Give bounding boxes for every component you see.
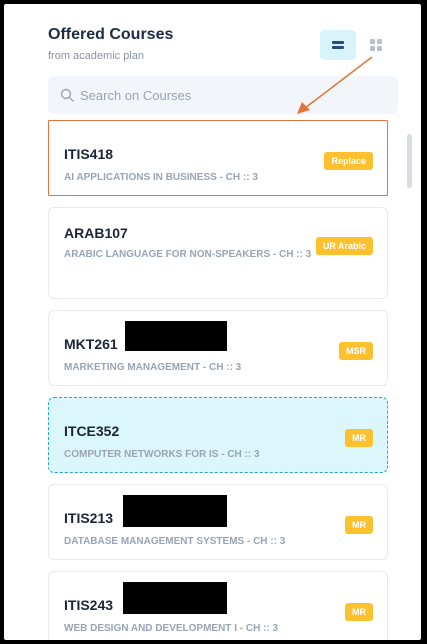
course-code: ARAB107	[64, 225, 128, 241]
course-name: DATABASE MANAGEMENT SYSTEMS - CH :: 3	[64, 536, 286, 547]
course-code: MKT261	[64, 336, 118, 352]
course-name: COMPUTER NETWORKS FOR IS - CH :: 3	[64, 449, 260, 460]
course-name: AI APPLICATIONS IN BUSINESS - CH :: 3	[64, 172, 258, 183]
course-badge: MR	[345, 603, 373, 621]
course-card[interactable]: MKT261 MARKETING MANAGEMENT - CH :: 3 MS…	[48, 310, 388, 386]
search-icon	[60, 88, 74, 102]
course-badge: Replace	[324, 152, 373, 170]
course-badge: MR	[345, 516, 373, 534]
grid-view-button[interactable]	[366, 30, 386, 60]
redaction-box	[123, 495, 227, 527]
search-input[interactable]	[80, 87, 380, 103]
scrollbar-thumb[interactable]	[407, 134, 412, 188]
redaction-box	[125, 321, 227, 351]
course-name: ARABIC LANGUAGE FOR NON-SPEAKERS - CH ::…	[64, 249, 312, 260]
course-list: ITIS418 AI APPLICATIONS IN BUSINESS - CH…	[48, 120, 388, 640]
page-title: Offered Courses	[48, 26, 174, 43]
course-badge: UR Arabic	[315, 237, 373, 255]
course-code: ITCE352	[64, 423, 120, 439]
course-card[interactable]: ITIS243 WEB DESIGN AND DEVELOPMENT I - C…	[48, 571, 388, 640]
list-view-icon	[332, 41, 344, 44]
course-code: ITIS213	[64, 510, 114, 526]
search-box[interactable]	[48, 76, 398, 114]
course-badge: MSR	[339, 342, 373, 360]
course-badge: MR	[345, 429, 373, 447]
course-name: MARKETING MANAGEMENT - CH :: 3	[64, 362, 242, 373]
redaction-box	[123, 582, 227, 614]
course-code: ITIS243	[64, 597, 114, 613]
course-card[interactable]: ITIS418 AI APPLICATIONS IN BUSINESS - CH…	[48, 120, 388, 196]
grid-view-icon	[370, 39, 375, 44]
list-view-button[interactable]	[320, 30, 356, 60]
course-card[interactable]: ITIS213 DATABASE MANAGEMENT SYSTEMS - CH…	[48, 484, 388, 560]
page-subtitle: from academic plan	[48, 50, 144, 62]
offered-courses-panel: Offered Courses from academic plan ITIS4…	[4, 4, 421, 640]
course-card[interactable]: ITCE352 COMPUTER NETWORKS FOR IS - CH ::…	[48, 397, 388, 473]
course-card[interactable]: ARAB107 ARABIC LANGUAGE FOR NON-SPEAKERS…	[48, 207, 388, 299]
course-code: ITIS418	[64, 146, 114, 162]
course-name: WEB DESIGN AND DEVELOPMENT I - CH :: 3	[64, 623, 279, 634]
